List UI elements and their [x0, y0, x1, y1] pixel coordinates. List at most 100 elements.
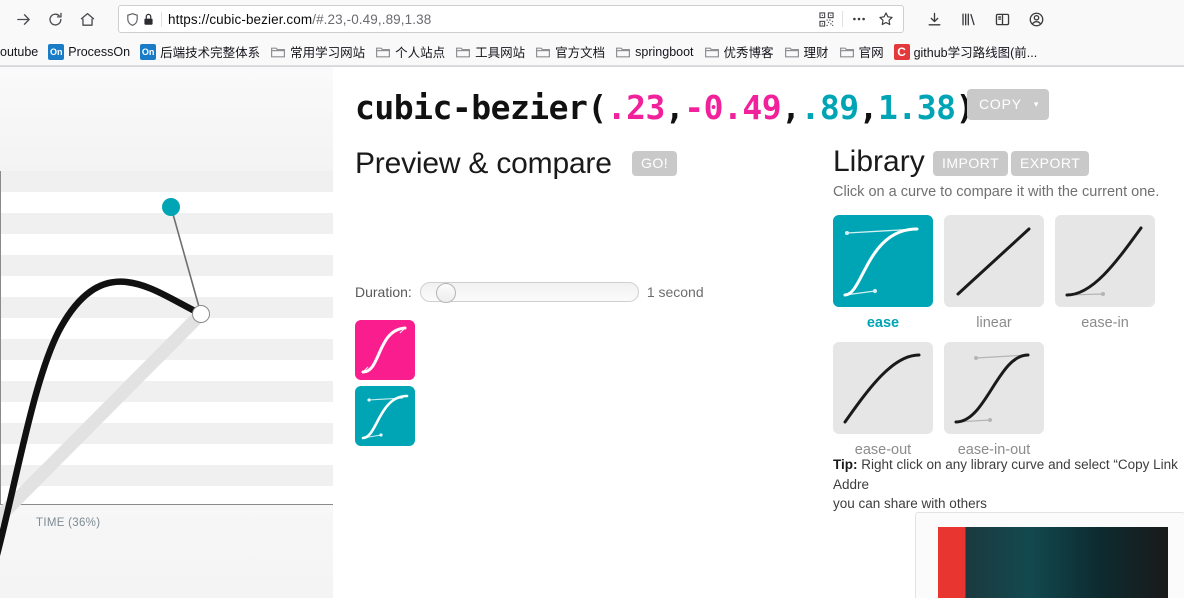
- library-thumb[interactable]: [1055, 215, 1155, 307]
- library-title: Library: [833, 145, 925, 178]
- tip-text-line-2: you can share with others: [833, 496, 987, 512]
- sidebar-button[interactable]: [986, 5, 1018, 33]
- copy-button[interactable]: COPY ▾: [967, 89, 1050, 120]
- cubic-bezier-expression[interactable]: cubic-bezier(.23,-0.49,.89,1.38): [355, 91, 975, 124]
- browser-toolbar-right: [914, 5, 1052, 33]
- control-point-1-handle[interactable]: [162, 198, 180, 216]
- library-thumb[interactable]: [944, 215, 1044, 307]
- library-item-ease[interactable]: ease: [833, 215, 933, 331]
- library-item-ease-in-out[interactable]: ease-in-out: [944, 342, 1044, 458]
- ellipsis-icon: [853, 17, 865, 21]
- expr-y2[interactable]: 1.38: [878, 88, 956, 127]
- expr-x1[interactable]: .23: [607, 88, 666, 127]
- bookmark-label: springboot: [635, 44, 694, 59]
- duration-value: 1 second: [646, 284, 704, 300]
- curve-thumb-graphic: [956, 227, 1031, 296]
- address-bar[interactable]: https://cubic-bezier.com/#.23,-0.49,.89,…: [118, 5, 904, 33]
- bookmark-label: 优秀博客: [723, 46, 774, 60]
- bookmark-item[interactable]: 工具网站: [450, 40, 530, 63]
- library-item-label: linear: [976, 315, 1012, 331]
- bookmark-item[interactable]: On ProcessOn: [43, 42, 135, 62]
- library-thumb[interactable]: [833, 342, 933, 434]
- bookmark-item[interactable]: On 后端技术完整体系: [135, 40, 265, 63]
- bookmark-label: 理财: [803, 46, 829, 60]
- account-button[interactable]: [1020, 5, 1052, 33]
- library-subtitle: Click on a curve to compare it with the …: [833, 184, 1160, 200]
- tip-text: Right click on any library curve and sel…: [833, 457, 1178, 492]
- qr-code-button[interactable]: [813, 7, 839, 31]
- padlock-icon: [144, 13, 153, 25]
- x-axis-label: TIME (36%): [36, 517, 101, 529]
- reload-icon: [48, 12, 62, 26]
- compare-curve-swatch[interactable]: [355, 386, 415, 446]
- page-actions-button[interactable]: [846, 7, 872, 31]
- duration-slider[interactable]: [419, 282, 639, 303]
- expr-comma-3: ,: [858, 88, 879, 127]
- forward-button[interactable]: [8, 5, 38, 33]
- library-item-label: ease-in: [1081, 315, 1129, 331]
- bookmark-item[interactable]: 官方文档: [530, 40, 610, 63]
- bookmark-label: outube: [0, 44, 39, 59]
- duration-label: Duration:: [355, 284, 412, 300]
- downloads-button[interactable]: [918, 5, 950, 33]
- bookmark-item[interactable]: 常用学习网站: [265, 40, 370, 63]
- current-curve-swatch[interactable]: [355, 320, 415, 380]
- expr-comma-1: ,: [664, 88, 685, 127]
- bookmarks-bar: outube On ProcessOn On 后端技术完整体系 常用学习网站 个…: [0, 38, 1184, 66]
- bookmark-label: 常用学习网站: [290, 46, 366, 60]
- expr-comma-2: ,: [781, 88, 801, 127]
- reload-button[interactable]: [40, 5, 70, 33]
- bookmark-item[interactable]: springboot: [610, 42, 698, 62]
- folder-icon: [839, 47, 854, 57]
- qr-code-icon: [818, 11, 834, 27]
- bookmark-label: 后端技术完整体系: [160, 46, 261, 60]
- curve-thumb-graphic: [843, 227, 919, 297]
- bookmark-item[interactable]: 理财: [779, 40, 834, 63]
- bookmark-item[interactable]: 官网: [834, 40, 889, 63]
- bookmark-label: github学习路线图(前...: [913, 46, 1038, 60]
- curve-thumb-graphic: [361, 326, 407, 374]
- bookmark-label: ProcessOn: [68, 44, 131, 59]
- duration-slider-thumb[interactable]: [435, 283, 456, 303]
- import-button[interactable]: IMPORT: [933, 151, 1009, 176]
- on-badge-icon: On: [48, 43, 65, 60]
- library-tip: Tip: Right click on any library curve an…: [833, 455, 1184, 514]
- page-content: PROGRESSION (111%) TIME (36%) SAVE TO LI…: [0, 67, 1184, 598]
- expr-y1[interactable]: -0.49: [684, 88, 781, 127]
- linear-reference-line: [0, 307, 208, 526]
- library-item-linear[interactable]: linear: [944, 215, 1044, 331]
- control-point-2-handle[interactable]: [192, 305, 210, 323]
- folder-icon: [784, 47, 799, 57]
- bezier-curve: [0, 278, 205, 557]
- library-item-ease-in[interactable]: ease-in: [1055, 215, 1155, 331]
- url-host: https://: [168, 11, 210, 27]
- go-button[interactable]: GO!: [632, 151, 678, 176]
- promo-card[interactable]: [915, 512, 1184, 598]
- expr-prefix: cubic-bezier(: [355, 88, 607, 127]
- curve-thumb-graphic: [361, 394, 409, 440]
- curve-editor[interactable]: PROGRESSION (111%) TIME (36%) SAVE TO LI…: [0, 67, 333, 598]
- library-button[interactable]: [952, 5, 984, 33]
- bookmark-label: 个人站点: [395, 46, 446, 60]
- home-button[interactable]: [72, 5, 102, 33]
- bookmark-item[interactable]: outube: [0, 43, 43, 61]
- promo-image: [938, 527, 1168, 598]
- bookmark-item[interactable]: 优秀博客: [699, 40, 779, 63]
- site-identity[interactable]: [125, 11, 162, 27]
- download-icon: [928, 12, 940, 25]
- export-button[interactable]: EXPORT: [1011, 151, 1090, 176]
- library-item-ease-out[interactable]: ease-out: [833, 342, 933, 458]
- browser-chrome: https://cubic-bezier.com/#.23,-0.49,.89,…: [0, 0, 1184, 67]
- on-badge-icon: On: [140, 43, 157, 60]
- preview-title: Preview & compare: [355, 147, 612, 180]
- bookmark-item[interactable]: 个人站点: [370, 40, 450, 63]
- chevron-down-icon[interactable]: ▾: [1034, 99, 1039, 109]
- library-thumb[interactable]: [944, 342, 1044, 434]
- bookmark-star-button[interactable]: [873, 7, 899, 31]
- star-icon: [879, 12, 893, 26]
- library-thumb[interactable]: [833, 215, 933, 307]
- library-grid: ease linear ease-in ease-out ease-in-out: [833, 215, 1184, 458]
- bookmark-item[interactable]: C github学习路线图(前...: [889, 40, 1043, 63]
- url-text[interactable]: https://cubic-bezier.com/#.23,-0.49,.89,…: [168, 12, 813, 27]
- expr-x2[interactable]: .89: [800, 88, 859, 127]
